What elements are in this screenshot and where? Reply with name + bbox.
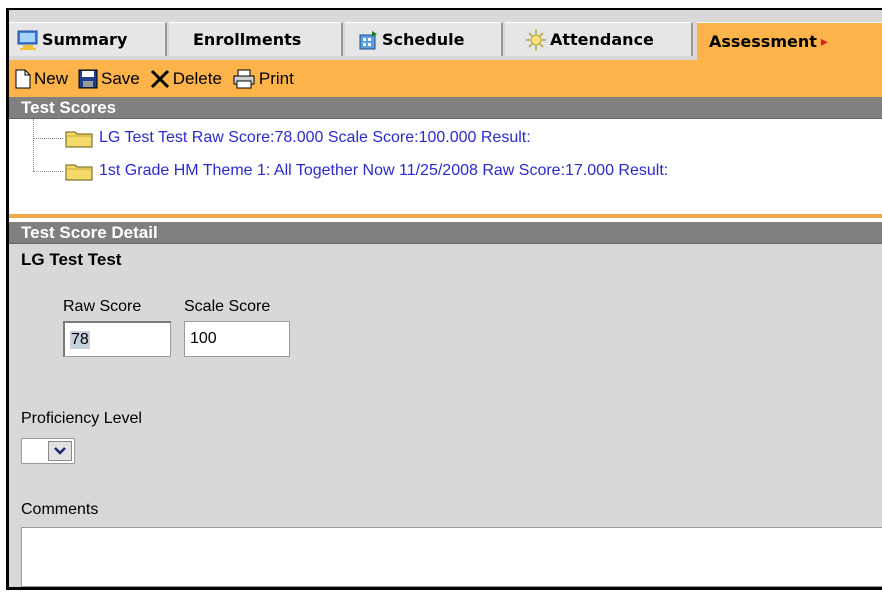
comments-label: Comments bbox=[21, 501, 99, 518]
delete-label: Delete bbox=[172, 68, 222, 88]
test-scores-tree: LG Test Test Raw Score:78.000 Scale Scor… bbox=[9, 119, 882, 214]
test-score-item[interactable]: LG Test Test Raw Score:78.000 Scale Scor… bbox=[33, 127, 531, 149]
tree-dash bbox=[33, 137, 63, 139]
tab-label: Summary bbox=[42, 30, 128, 49]
save-button[interactable]: Save bbox=[78, 69, 140, 89]
new-document-icon bbox=[15, 69, 31, 88]
tab-label: Schedule bbox=[382, 30, 465, 49]
test-score-label: 1st Grade HM Theme 1: All Together Now 1… bbox=[99, 162, 669, 179]
folder-icon bbox=[65, 161, 93, 181]
toolbar: New Save Delete Print bbox=[9, 60, 882, 97]
scale-score-label: Scale Score bbox=[184, 298, 271, 315]
tab-label: Enrollments bbox=[193, 30, 302, 49]
test-scores-header: Test Scores bbox=[9, 97, 882, 119]
test-score-detail-panel: LG Test Test Raw Score Scale Score 78 10… bbox=[9, 244, 882, 587]
summary-icon bbox=[17, 29, 39, 51]
chevron-down-icon bbox=[54, 447, 66, 455]
tab-assessment[interactable]: Assessment ▸ bbox=[697, 22, 882, 60]
proficiency-level-label: Proficiency Level bbox=[21, 410, 142, 427]
tab-enrollments[interactable]: Enrollments bbox=[169, 22, 343, 56]
scale-score-value: 100 bbox=[190, 330, 217, 347]
tab-bar: Summary Enrollments Schedule Attendance … bbox=[9, 10, 882, 60]
assessment-window: Summary Enrollments Schedule Attendance … bbox=[6, 8, 882, 590]
next-tab-icon: ▸ bbox=[820, 33, 828, 50]
new-label: New bbox=[34, 68, 69, 88]
proficiency-level-select[interactable] bbox=[21, 438, 75, 464]
tab-label: Attendance bbox=[550, 30, 654, 49]
delete-x-icon bbox=[150, 69, 169, 88]
test-score-item[interactable]: 1st Grade HM Theme 1: All Together Now 1… bbox=[33, 160, 668, 182]
new-button[interactable]: New bbox=[15, 69, 68, 89]
tree-dash bbox=[33, 170, 63, 172]
save-disk-icon bbox=[78, 69, 98, 88]
save-label: Save bbox=[101, 68, 140, 88]
tab-label: Assessment bbox=[709, 32, 817, 51]
attendance-icon bbox=[525, 29, 547, 51]
raw-score-field[interactable]: 78 bbox=[63, 321, 171, 357]
dropdown-button[interactable] bbox=[48, 441, 72, 461]
delete-button[interactable]: Delete bbox=[150, 69, 222, 89]
bottom-divider bbox=[9, 588, 882, 590]
schedule-icon bbox=[357, 29, 379, 51]
print-button[interactable]: Print bbox=[232, 69, 294, 89]
tab-summary[interactable]: Summary bbox=[9, 22, 167, 56]
tab-attendance[interactable]: Attendance bbox=[505, 22, 693, 56]
raw-score-label: Raw Score bbox=[63, 298, 142, 315]
test-score-detail-header: Test Score Detail bbox=[9, 222, 882, 244]
comments-field[interactable] bbox=[21, 527, 882, 587]
scale-score-field[interactable]: 100 bbox=[184, 321, 290, 357]
printer-icon bbox=[233, 69, 255, 88]
print-label: Print bbox=[258, 68, 294, 88]
raw-score-value: 78 bbox=[70, 330, 90, 349]
folder-icon bbox=[65, 128, 93, 148]
test-score-label: LG Test Test Raw Score:78.000 Scale Scor… bbox=[99, 129, 531, 146]
test-name: LG Test Test bbox=[21, 250, 122, 269]
tab-schedule[interactable]: Schedule bbox=[345, 22, 503, 56]
